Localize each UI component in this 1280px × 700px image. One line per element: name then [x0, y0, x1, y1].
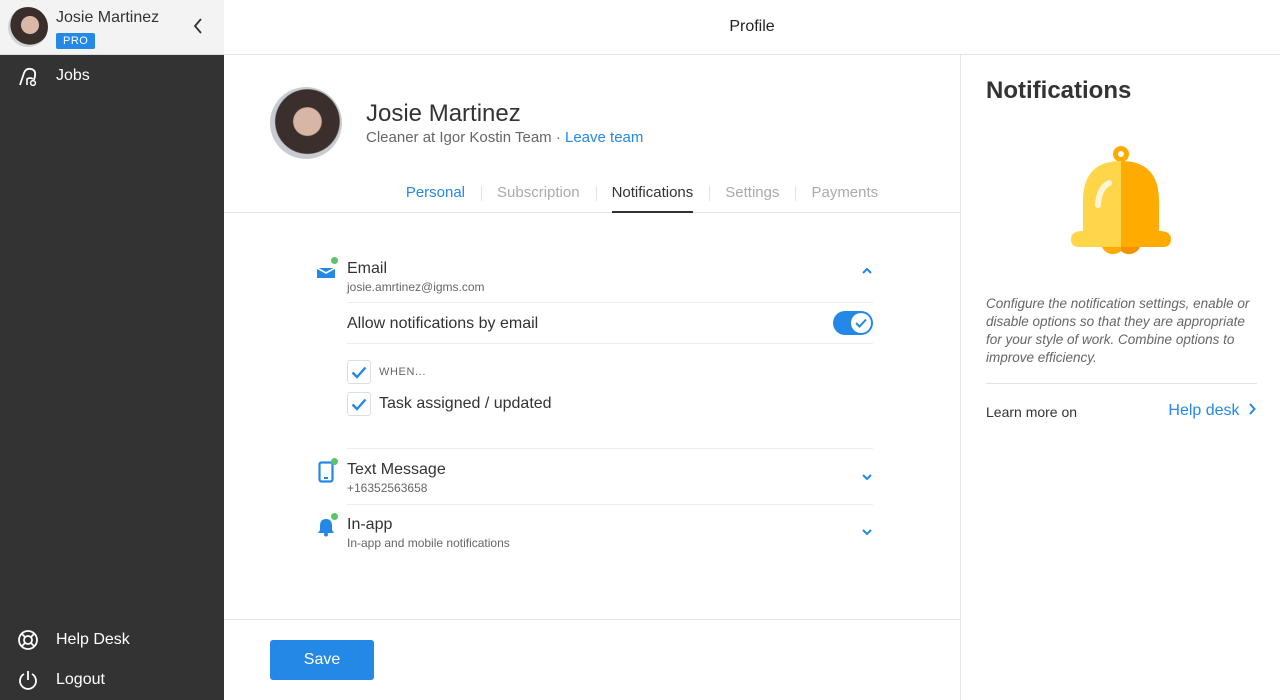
bell-illustration-icon: [1071, 146, 1171, 255]
email-address: josie.amrtinez@igms.com: [347, 280, 485, 294]
chevron-up-icon[interactable]: [860, 264, 874, 278]
status-dot: [331, 513, 338, 520]
sidebar-item-logout[interactable]: Logout: [0, 662, 224, 698]
learn-more-label: Learn more on: [986, 404, 1078, 420]
user-name: Josie Martinez: [56, 9, 160, 26]
sidebar: Josie Martinez PRO Jobs Help Desk Logout: [0, 0, 224, 700]
profile-main: Josie Martinez Cleaner at Igor Kostin Te…: [224, 55, 960, 700]
power-icon: [0, 669, 56, 691]
tab-notifications[interactable]: Notifications: [595, 182, 710, 213]
profile-tabs: Personal Subscription Notifications Sett…: [224, 182, 960, 213]
avatar[interactable]: [8, 7, 48, 47]
check-icon: [351, 398, 367, 411]
check-icon: [855, 318, 867, 328]
lifebuoy-icon: [0, 629, 56, 651]
inapp-title: In-app: [347, 516, 393, 533]
check-icon: [351, 366, 367, 379]
profile-avatar[interactable]: [270, 87, 342, 159]
tab-personal[interactable]: Personal: [390, 182, 481, 213]
divider: [347, 504, 873, 505]
when-label: WHEN...: [379, 366, 426, 378]
task-assigned-checkbox[interactable]: [347, 392, 371, 416]
status-dot: [331, 458, 338, 465]
email-toggle-row: Allow notifications by email: [347, 305, 873, 345]
chevron-left-icon: [193, 18, 202, 34]
divider: [347, 448, 873, 449]
tab-subscription[interactable]: Subscription: [481, 182, 596, 213]
divider: [347, 343, 873, 344]
save-button[interactable]: Save: [270, 640, 374, 680]
sms-phone: +16352563658: [347, 481, 428, 495]
footer-divider: [224, 619, 960, 620]
email-title: Email: [347, 260, 388, 277]
chevron-right-icon: [1249, 403, 1256, 415]
page-title: Profile: [224, 0, 1280, 55]
tab-settings[interactable]: Settings: [709, 182, 795, 213]
inapp-section-header[interactable]: In-app In-app and mobile notifications: [316, 513, 874, 556]
email-notifications-toggle[interactable]: [833, 311, 873, 335]
sidebar-item-label: Logout: [56, 671, 105, 688]
profile-name: Josie Martinez: [366, 100, 521, 127]
collapse-sidebar-button[interactable]: [188, 16, 208, 40]
sidebar-header: Josie Martinez PRO: [0, 0, 224, 55]
when-checkbox-row: WHEN...: [347, 360, 426, 384]
task-assigned-label: Task assigned / updated: [379, 395, 552, 412]
status-dot: [331, 257, 338, 264]
email-icon: [316, 267, 336, 278]
profile-subtitle: Cleaner at Igor Kostin Team · Leave team: [366, 129, 643, 146]
sms-title: Text Message: [347, 461, 446, 478]
sms-section-header[interactable]: Text Message +16352563658: [316, 458, 874, 501]
info-panel: Notifications Configure the notification…: [960, 55, 1280, 700]
inapp-subtitle: In-app and mobile notifications: [347, 536, 510, 550]
task-assigned-checkbox-row: Task assigned / updated: [347, 392, 552, 416]
email-section-header[interactable]: Email josie.amrtinez@igms.com: [316, 257, 874, 300]
profile-role: Cleaner at Igor Kostin Team: [366, 129, 552, 146]
when-checkbox[interactable]: [347, 360, 371, 384]
info-title: Notifications: [986, 77, 1132, 104]
sidebar-item-help-desk[interactable]: Help Desk: [0, 622, 224, 658]
divider: [347, 302, 873, 303]
vacuum-icon: [0, 65, 56, 87]
toggle-label: Allow notifications by email: [347, 315, 539, 332]
leave-team-link[interactable]: Leave team: [565, 129, 643, 146]
divider: [986, 383, 1257, 384]
toggle-knob: [851, 313, 871, 333]
pro-badge: PRO: [56, 33, 96, 49]
info-description: Configure the notification settings, ena…: [986, 296, 1250, 365]
chevron-down-icon[interactable]: [860, 470, 874, 484]
separator: ·: [551, 129, 565, 146]
chevron-down-icon[interactable]: [860, 525, 874, 539]
help-desk-link[interactable]: Help desk: [1168, 402, 1256, 420]
sidebar-item-label: Jobs: [56, 67, 90, 84]
sidebar-item-jobs[interactable]: Jobs: [0, 58, 224, 94]
tab-payments[interactable]: Payments: [795, 182, 894, 213]
help-desk-link-label: Help desk: [1168, 402, 1240, 419]
sidebar-item-label: Help Desk: [56, 631, 130, 648]
bell-icon: [318, 519, 334, 537]
